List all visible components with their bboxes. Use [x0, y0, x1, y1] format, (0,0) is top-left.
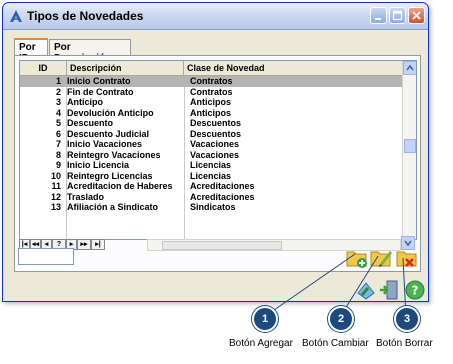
callout-lines: [263, 253, 407, 318]
callout-3: 3: [394, 306, 420, 332]
callout-label-change: Botón Cambiar: [302, 338, 369, 349]
callout-2: 2: [328, 306, 354, 332]
callout-label-add: Botón Agregar: [229, 338, 293, 349]
callout-1: 1: [252, 306, 278, 332]
callout-label-delete: Botón Borrar: [376, 338, 433, 349]
